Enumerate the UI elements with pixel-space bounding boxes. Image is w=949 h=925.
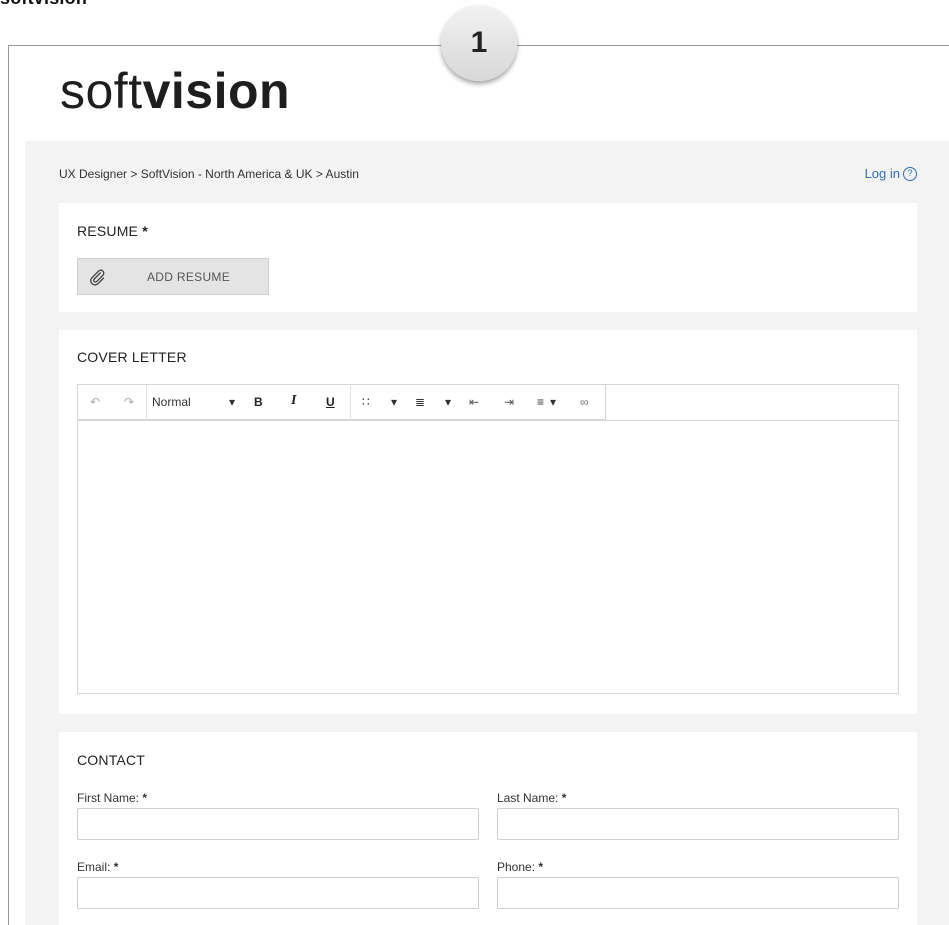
- resume-title: RESUME *: [77, 223, 148, 239]
- phone-field[interactable]: [497, 877, 899, 909]
- add-resume-label: ADD RESUME: [147, 270, 231, 284]
- first-name-field[interactable]: [77, 808, 479, 840]
- paperclip-icon: [90, 269, 105, 286]
- first-name-label: First Name: *: [77, 791, 148, 805]
- bullet-list-icon[interactable]: ∷: [362, 395, 370, 409]
- cover-letter-title: COVER LETTER: [77, 349, 187, 365]
- undo-icon[interactable]: ↶: [90, 395, 100, 409]
- cover-letter-section: COVER LETTER ↶ ↷ Normal ▾ B I U ∷ ▾ ≣ ▾ …: [59, 330, 917, 714]
- underline-button[interactable]: U: [326, 395, 335, 409]
- bold-button[interactable]: B: [254, 395, 263, 409]
- chevron-down-icon[interactable]: ▾: [391, 395, 397, 409]
- contact-title: CONTACT: [77, 752, 146, 768]
- logo-text-bold: vision: [142, 63, 291, 119]
- email-field[interactable]: [77, 877, 479, 909]
- phone-label: Phone: *: [497, 860, 544, 874]
- login-label: Log in: [864, 166, 900, 181]
- cover-letter-editor[interactable]: ↶ ↷ Normal ▾ B I U ∷ ▾ ≣ ▾ ⇤ ⇥ ≡ ▾ ∞: [77, 384, 899, 694]
- chevron-down-icon[interactable]: ▾: [445, 395, 451, 409]
- logo-text-light: soft: [60, 63, 143, 119]
- outdent-icon[interactable]: ⇤: [469, 395, 479, 409]
- step-badge: 1: [441, 5, 517, 81]
- softvision-logo[interactable]: softvision: [60, 66, 290, 116]
- chevron-down-icon[interactable]: ▾: [229, 395, 235, 409]
- editor-toolbar: ↶ ↷ Normal ▾ B I U ∷ ▾ ≣ ▾ ⇤ ⇥ ≡ ▾ ∞: [78, 385, 606, 420]
- toolbar-separator: [350, 385, 351, 420]
- help-circle-icon: ?: [903, 166, 917, 181]
- last-name-field[interactable]: [497, 808, 899, 840]
- chevron-down-icon[interactable]: ▾: [550, 395, 556, 409]
- toolbar-divider: [78, 420, 898, 421]
- redo-icon[interactable]: ↷: [124, 395, 134, 409]
- login-link[interactable]: Log in ?: [865, 166, 917, 181]
- resume-section: RESUME * ADD RESUME: [59, 203, 917, 312]
- align-icon[interactable]: ≡: [537, 395, 544, 409]
- last-name-label: Last Name: *: [497, 791, 567, 805]
- breadcrumb: UX Designer > SoftVision - North America…: [59, 167, 359, 181]
- add-resume-button[interactable]: ADD RESUME: [77, 258, 269, 295]
- numbered-list-icon[interactable]: ≣: [415, 395, 425, 409]
- contact-section: CONTACT First Name: * Last Name: * Email…: [59, 732, 917, 925]
- frame-border-left: [8, 45, 9, 925]
- indent-icon[interactable]: ⇥: [504, 395, 514, 409]
- email-label: Email: *: [77, 860, 119, 874]
- format-select[interactable]: Normal: [152, 395, 191, 409]
- toolbar-separator: [146, 385, 147, 420]
- page-caption: softvision: [0, 0, 87, 9]
- link-icon[interactable]: ∞: [580, 395, 589, 409]
- italic-button[interactable]: I: [291, 394, 296, 408]
